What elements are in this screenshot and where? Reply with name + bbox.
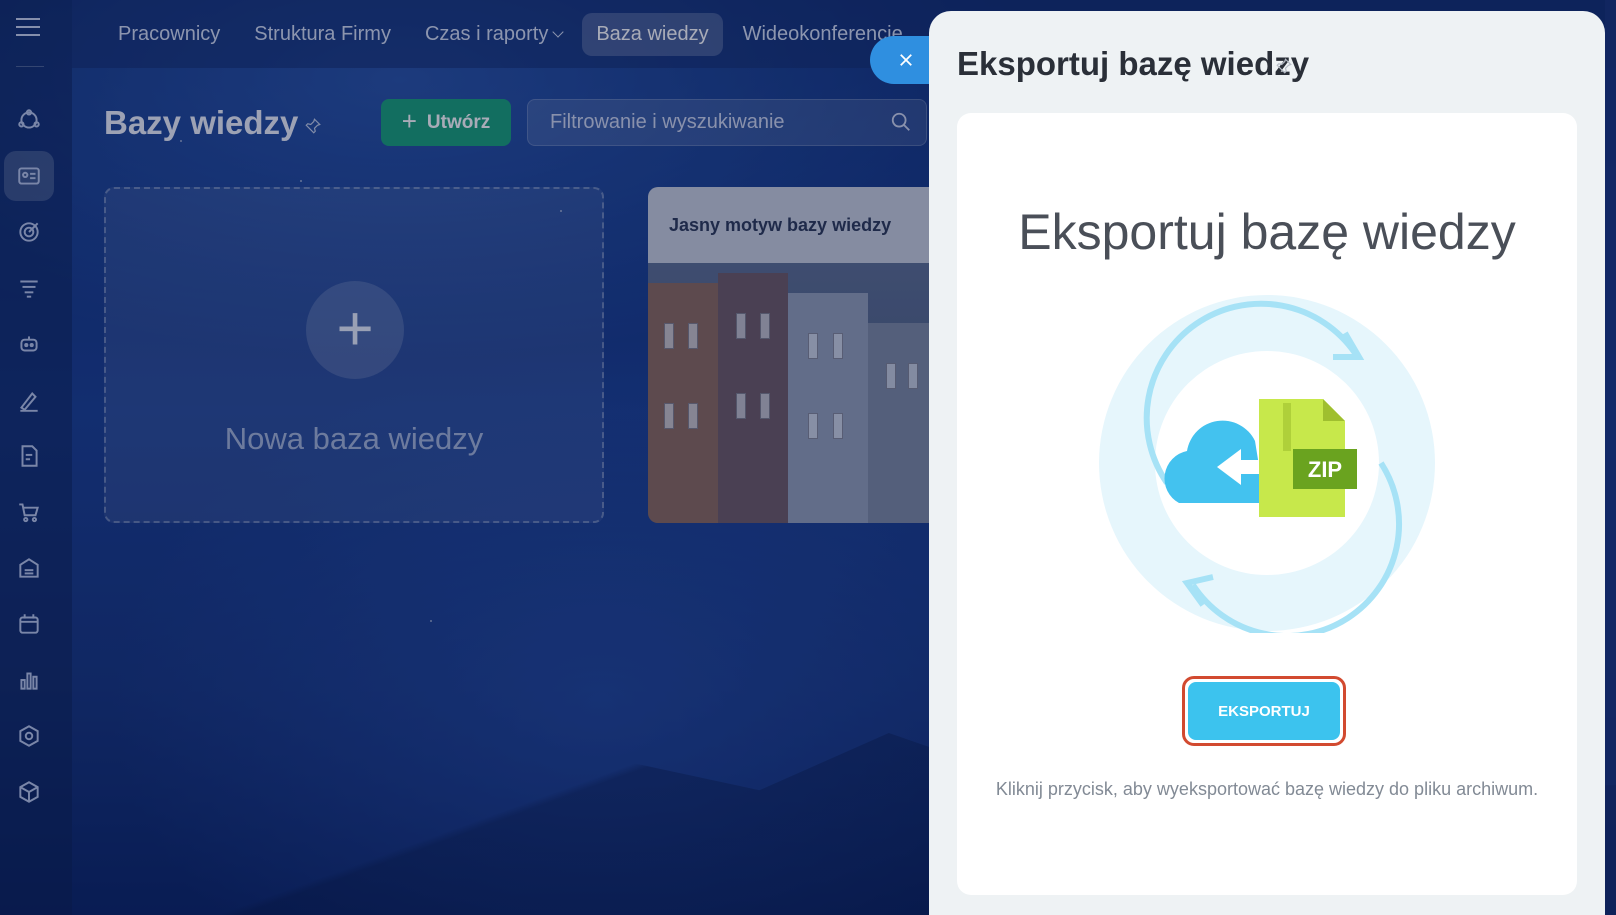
export-zip-illustration: ZIP: [1099, 295, 1435, 633]
export-hint: Kliknij przycisk, aby wyeksportować bazę…: [995, 779, 1539, 799]
pin-icon[interactable]: [1275, 57, 1293, 75]
export-button[interactable]: EKSPORTUJ: [1182, 676, 1346, 746]
close-icon: [900, 54, 912, 66]
panel-title: Eksportuj bazę wiedzy: [957, 45, 1310, 82]
export-button-label: EKSPORTUJ: [1188, 682, 1340, 740]
background-edge: [1605, 0, 1616, 915]
zip-label: ZIP: [1308, 457, 1342, 482]
export-panel: Eksportuj bazę wiedzy Eksportuj bazę wie…: [929, 11, 1605, 915]
export-heading: Eksportuj bazę wiedzy: [1018, 204, 1516, 260]
panel-body: Eksportuj bazę wiedzy ZIP EKSPORTUJ Klik…: [957, 113, 1577, 895]
close-panel-button[interactable]: [870, 36, 936, 84]
